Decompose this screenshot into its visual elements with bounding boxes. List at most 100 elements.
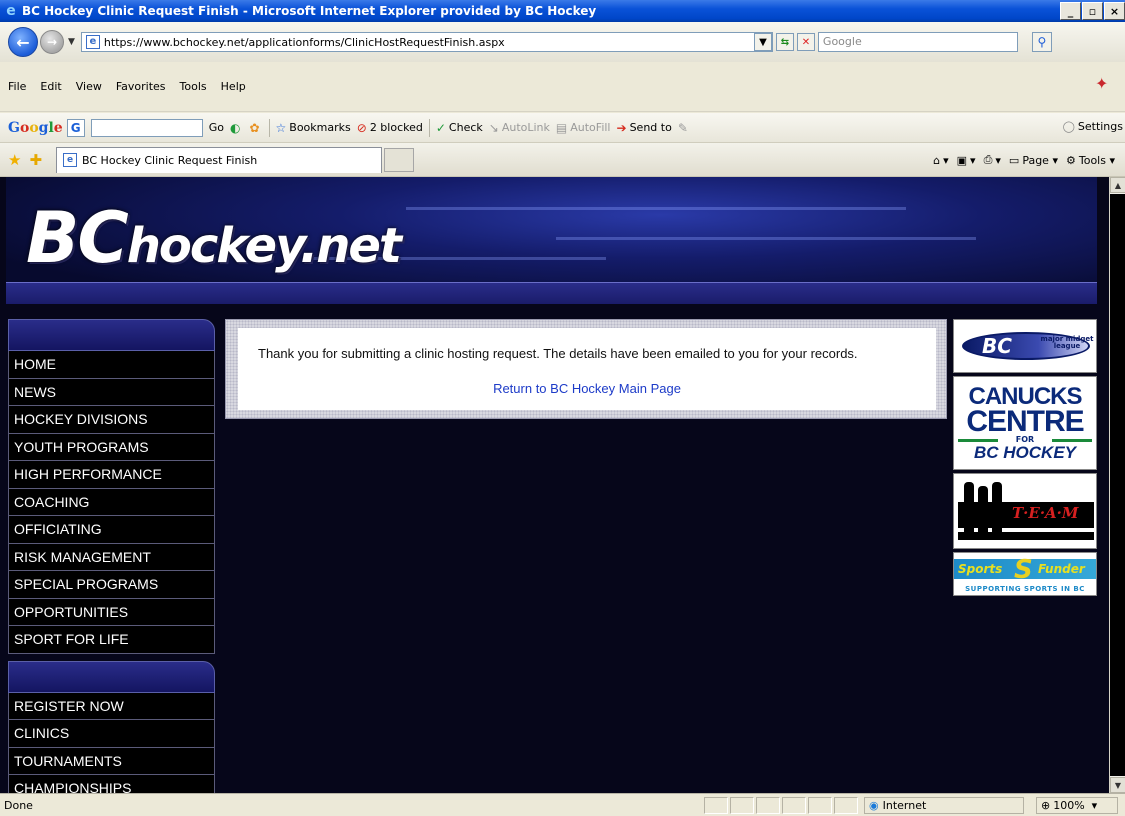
page-menu-button[interactable]: ▭ Page ▾ bbox=[1009, 154, 1058, 167]
nav-item-risk-management[interactable]: RISK MANAGEMENT bbox=[8, 543, 215, 571]
settings-icon: ◯ bbox=[1062, 120, 1075, 133]
rss-icon: ▣ bbox=[956, 153, 968, 167]
address-url[interactable]: https://www.bchockey.net/applicationform… bbox=[104, 36, 751, 49]
menu-help[interactable]: Help bbox=[221, 80, 246, 93]
zoom-control[interactable]: ⊕ 100% ▾ bbox=[1036, 796, 1118, 814]
sports-funder-tagline: SUPPORTING SPORTS IN BC bbox=[965, 585, 1085, 593]
home-button[interactable]: ⌂ ▾ bbox=[933, 154, 949, 167]
nav-item-sport-for-life[interactable]: SPORT FOR LIFE bbox=[8, 626, 215, 654]
logo-bc: BC bbox=[26, 197, 129, 279]
menu-favorites[interactable]: Favorites bbox=[116, 80, 166, 93]
check-label: Check bbox=[448, 121, 483, 134]
forward-button[interactable]: → bbox=[40, 30, 64, 54]
sponsor-bc-major-midget-league[interactable]: BC major midget league bbox=[953, 319, 1097, 373]
tab-active[interactable]: e BC Hockey Clinic Request Finish bbox=[56, 146, 383, 173]
minimize-button[interactable]: _ bbox=[1060, 2, 1081, 20]
pdf-icon[interactable]: ✦ bbox=[1095, 74, 1115, 94]
canucks-line2: CENTRE bbox=[966, 405, 1084, 438]
nav-item-news[interactable]: NEWS bbox=[8, 378, 215, 406]
team-text: T·E·A·M bbox=[1012, 504, 1079, 522]
autolink-button[interactable]: ↘ AutoLink bbox=[489, 121, 550, 135]
tools-menu-button[interactable]: ⚙ Tools ▾ bbox=[1066, 154, 1115, 167]
history-dropdown-icon[interactable]: ▼ bbox=[68, 37, 75, 47]
blocked-icon: ⊘ bbox=[356, 120, 367, 135]
popup-blocker-button[interactable]: ⊘ 2 blocked bbox=[357, 121, 423, 135]
google-settings-button[interactable]: ◯ Settings bbox=[1063, 120, 1123, 133]
nav-header bbox=[8, 660, 215, 693]
address-bar[interactable]: e https://www.bchockey.net/applicationfo… bbox=[80, 32, 773, 52]
nav-item-home[interactable]: HOME bbox=[8, 351, 215, 379]
sponsor-canucks-centre[interactable]: CANUCKS CENTRE FOR BC HOCKEY bbox=[953, 376, 1097, 470]
google-search-input[interactable] bbox=[90, 118, 203, 137]
google-go-button[interactable]: Go bbox=[209, 121, 224, 134]
add-favorites-icon[interactable]: ✚ bbox=[29, 151, 42, 169]
bookmarks-label: Bookmarks bbox=[289, 121, 351, 134]
nav-item-high-performance[interactable]: HIGH PERFORMANCE bbox=[8, 461, 215, 489]
stop-button[interactable]: ✕ bbox=[796, 33, 815, 51]
status-cell bbox=[704, 796, 728, 814]
menu-edit[interactable]: Edit bbox=[40, 80, 61, 93]
popup-icon[interactable]: ✿ bbox=[249, 121, 262, 135]
search-icon[interactable]: ⚲ bbox=[1031, 32, 1052, 52]
feeds-button[interactable]: ▣ ▾ bbox=[957, 154, 976, 167]
zone-label: Internet bbox=[882, 798, 927, 812]
refresh-button[interactable]: ⇆ bbox=[775, 33, 794, 51]
nav-item-coaching[interactable]: COACHING bbox=[8, 488, 215, 516]
status-cell bbox=[756, 796, 780, 814]
nav-item-hockey-divisions[interactable]: HOCKEY DIVISIONS bbox=[8, 406, 215, 434]
maximize-button[interactable]: ▫ bbox=[1082, 2, 1103, 20]
nav-item-youth-programs[interactable]: YOUTH PROGRAMS bbox=[8, 433, 215, 461]
menu-tools[interactable]: Tools bbox=[180, 80, 207, 93]
close-button[interactable]: × bbox=[1104, 2, 1125, 20]
scroll-up-button[interactable]: ▲ bbox=[1110, 177, 1125, 193]
status-cell bbox=[808, 796, 832, 814]
window-title: BC Hockey Clinic Request Finish - Micros… bbox=[22, 4, 597, 18]
nav-item-register-now[interactable]: REGISTER NOW bbox=[8, 692, 215, 720]
spellcheck-button[interactable]: ✓ Check bbox=[436, 121, 483, 135]
menu-bar: File Edit View Favorites Tools Help bbox=[0, 62, 1125, 112]
menu-view[interactable]: View bbox=[76, 80, 102, 93]
autofill-label: AutoFill bbox=[570, 121, 611, 134]
nav-item-championships[interactable]: CHAMPIONSHIPS bbox=[8, 775, 215, 793]
nav-item-clinics[interactable]: CLINICS bbox=[8, 720, 215, 748]
scroll-down-button[interactable]: ▼ bbox=[1110, 777, 1125, 793]
print-icon: ⎙ bbox=[983, 153, 993, 166]
star-icon: ☆ bbox=[275, 120, 287, 135]
address-dropdown-icon[interactable]: ▼ bbox=[753, 33, 772, 51]
menu-file[interactable]: File bbox=[8, 80, 26, 93]
new-tab-button[interactable] bbox=[384, 147, 415, 172]
pagerank-icon[interactable]: ◐ bbox=[230, 121, 243, 135]
bc-league-mark: BC bbox=[982, 334, 1012, 358]
favorites-center-icon[interactable]: ★ bbox=[8, 151, 21, 169]
left-navigation: HOME NEWS HOCKEY DIVISIONS YOUTH PROGRAM… bbox=[8, 319, 215, 793]
sponsor-sports-funder[interactable]: Sports S Funder SUPPORTING SPORTS IN BC bbox=[953, 552, 1097, 596]
globe-icon: ◉ bbox=[869, 798, 879, 812]
scroll-thumb[interactable] bbox=[1110, 194, 1125, 776]
nav-item-officiating[interactable]: OFFICIATING bbox=[8, 516, 215, 544]
autolink-icon: ↘ bbox=[488, 120, 499, 135]
send-to-button[interactable]: ➔ Send to bbox=[617, 121, 672, 135]
back-button[interactable]: ← bbox=[8, 27, 38, 57]
settings-label: Settings bbox=[1077, 120, 1123, 133]
zoom-label: 100% bbox=[1053, 798, 1085, 812]
site-logo[interactable]: BChockey.net bbox=[26, 197, 402, 279]
logo-hockey-net: hockey.net bbox=[126, 218, 402, 274]
vertical-scrollbar[interactable]: ▲ ▼ bbox=[1109, 177, 1125, 793]
home-icon: ⌂ bbox=[933, 153, 941, 167]
sponsor-team[interactable]: T·E·A·M bbox=[953, 473, 1097, 549]
print-button[interactable]: ⎙ ▾ bbox=[984, 153, 1001, 167]
sports-funder-swoosh: S bbox=[1014, 555, 1033, 585]
highlight-icon[interactable]: ✎ bbox=[678, 121, 691, 135]
autofill-button[interactable]: ▤ AutoFill bbox=[556, 121, 611, 135]
bookmarks-button[interactable]: ☆ Bookmarks bbox=[276, 121, 351, 135]
return-main-page-link[interactable]: Return to BC Hockey Main Page bbox=[238, 381, 936, 396]
banner-streak bbox=[406, 207, 906, 210]
blocked-label: 2 blocked bbox=[369, 121, 423, 134]
security-zone[interactable]: ◉ Internet bbox=[864, 796, 1024, 814]
team-subbar bbox=[958, 532, 1094, 540]
google-menu-button[interactable]: G bbox=[66, 118, 85, 137]
nav-item-opportunities[interactable]: OPPORTUNITIES bbox=[8, 598, 215, 626]
nav-item-special-programs[interactable]: SPECIAL PROGRAMS bbox=[8, 571, 215, 599]
nav-item-tournaments[interactable]: TOURNAMENTS bbox=[8, 747, 215, 775]
search-input[interactable]: Google bbox=[817, 32, 1018, 52]
